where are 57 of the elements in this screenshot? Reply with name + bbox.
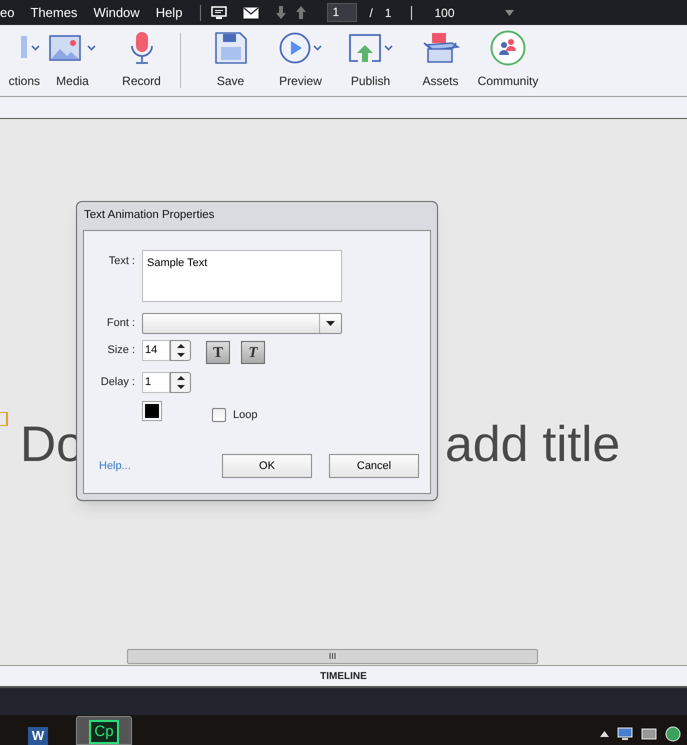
field-label: Text : — [108, 254, 135, 269]
toolbar-button[interactable]: Preview — [268, 25, 333, 96]
chevron-icon — [313, 45, 322, 51]
open-box-icon — [422, 31, 460, 65]
toolbar-button[interactable]: Assets — [408, 25, 473, 96]
toolbar-button[interactable]: ctions — [0, 25, 40, 96]
italic-button[interactable]: T — [241, 341, 265, 364]
taskbar-app[interactable]: W — [10, 716, 66, 745]
menu-item[interactable]: Help — [148, 2, 190, 22]
page-total: 1 — [384, 4, 392, 22]
spin-arrows-icon[interactable] — [170, 340, 191, 361]
toolbar-button[interactable]: Media — [40, 25, 105, 96]
up-arrow-icon[interactable] — [295, 6, 308, 19]
menu-item[interactable]: Window — [85, 2, 148, 22]
up-caret-icon[interactable] — [600, 731, 609, 737]
checkbox-label: Loop — [233, 408, 258, 423]
taskbar-app[interactable]: Cp — [76, 716, 132, 745]
zoom-dropdown[interactable]: 100 — [434, 4, 514, 22]
dialog-title: Text Animation Properties — [83, 208, 216, 224]
number-input[interactable]: 1 — [142, 372, 170, 393]
field-label: Font : — [106, 316, 135, 331]
slide-title: add title — [445, 415, 620, 474]
font-dropdown[interactable] — [142, 313, 342, 334]
grip-icon — [329, 653, 336, 659]
help-link[interactable]: Help... — [99, 458, 131, 474]
toolbar-button[interactable]: Community — [473, 25, 543, 96]
page-separator: / — [369, 4, 373, 22]
chevron-icon — [31, 45, 40, 51]
microphone-icon — [130, 31, 154, 65]
upload-icon — [348, 33, 382, 63]
number-input[interactable]: 14 — [142, 340, 170, 361]
toolbar-button[interactable]: Record — [109, 25, 174, 96]
play-icon — [279, 32, 311, 64]
timeline-tab[interactable]: TIMELINE — [320, 668, 367, 684]
chevron-icon — [384, 45, 393, 51]
people-icon — [490, 30, 526, 66]
scrollbar-thumb[interactable] — [127, 648, 538, 664]
envelope-icon[interactable] — [243, 6, 260, 18]
loop-checkbox[interactable] — [212, 408, 226, 422]
text-input[interactable]: Sample Text — [142, 250, 342, 302]
cancel-button[interactable]: Cancel — [329, 454, 419, 478]
field-label: Delay : — [100, 375, 135, 390]
monitor-icon[interactable] — [211, 6, 228, 20]
down-arrow-icon[interactable] — [275, 6, 288, 19]
bold-button[interactable]: T — [206, 341, 230, 364]
menu-item[interactable]: eo — [0, 2, 22, 22]
selection-bracket — [0, 412, 8, 426]
chevron-icon — [87, 45, 96, 51]
color-swatch[interactable] — [142, 401, 162, 421]
spin-arrows-icon[interactable] — [170, 372, 191, 393]
menu-item[interactable]: Themes — [22, 2, 86, 22]
caret-icon — [505, 10, 514, 16]
toolbar-button[interactable]: Publish — [333, 25, 408, 96]
ok-button[interactable]: OK — [222, 454, 312, 478]
page-field[interactable]: 1 — [327, 3, 358, 22]
field-label: Size : — [106, 343, 135, 358]
toolbar-button[interactable]: Save — [193, 25, 268, 96]
